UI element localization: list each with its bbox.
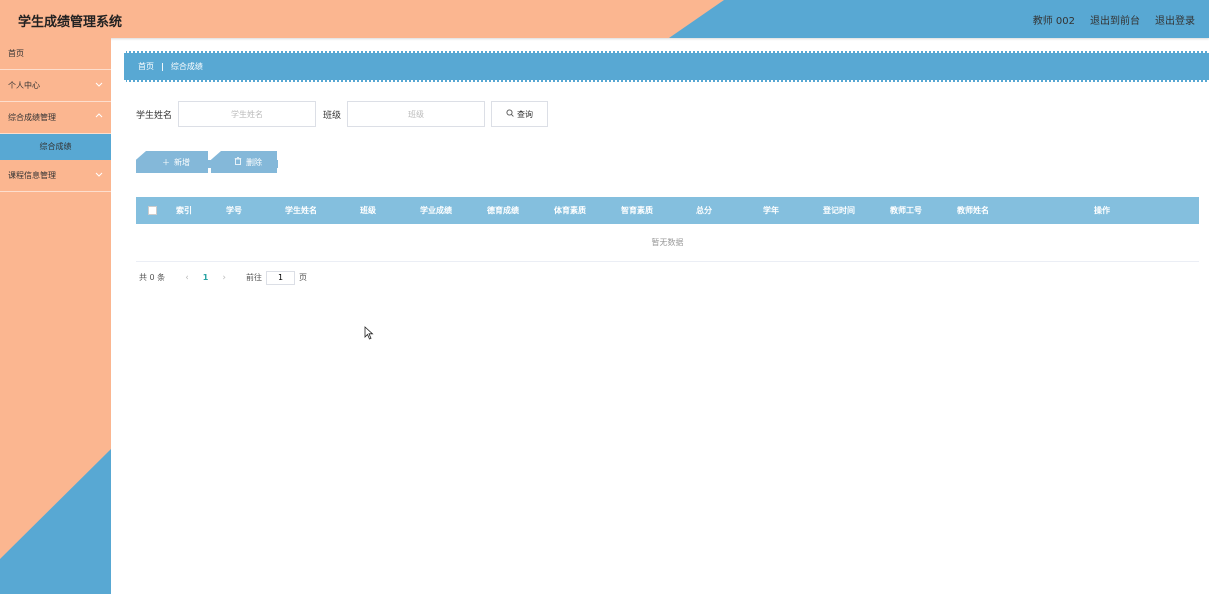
- column-header[interactable]: 总分: [688, 197, 720, 224]
- breadcrumb-home[interactable]: 首页: [138, 61, 154, 72]
- search-button-label: 查询: [517, 109, 534, 119]
- sidebar: 首页 个人中心 综合成绩管理 综合成绩 课程信息管理: [0, 38, 111, 594]
- sidebar-accent-corner: [0, 449, 111, 594]
- app-title: 学生成绩管理系统: [18, 15, 123, 30]
- search-bar: 学生姓名 班级 查询: [136, 101, 549, 127]
- delete-button-label: 删除: [246, 157, 262, 167]
- header-user-area: 教师 002 退出到前台 退出登录: [1033, 12, 1195, 27]
- add-button-label: 新增: [174, 157, 190, 167]
- breadcrumb-separator: |: [161, 62, 164, 71]
- add-button[interactable]: ＋ 新增: [136, 151, 208, 173]
- current-user-label: 教师 002: [1032, 16, 1075, 27]
- sidebar-item-label: 课程信息管理: [8, 171, 56, 180]
- column-header[interactable]: 索引: [170, 197, 198, 224]
- sidebar-item-label: 综合成绩管理: [8, 113, 56, 122]
- table-empty-message: 暂无数据: [136, 224, 1199, 262]
- class-label: 班级: [323, 110, 342, 121]
- student-name-input[interactable]: [178, 101, 317, 127]
- sidebar-subitem-label: 综合成绩: [39, 142, 72, 151]
- sidebar-subitem-score[interactable]: 综合成绩: [0, 134, 111, 160]
- column-header[interactable]: 登记时间: [817, 197, 861, 224]
- logout-link[interactable]: 退出登录: [1155, 12, 1195, 27]
- column-header[interactable]: 班级: [354, 197, 382, 224]
- sidebar-item-personal-center[interactable]: 个人中心: [0, 70, 111, 102]
- top-header: 学生成绩管理系统 教师 002 退出到前台 退出登录: [0, 0, 1209, 38]
- sidebar-item-label: 首页: [8, 49, 24, 58]
- search-icon: [506, 109, 514, 119]
- class-input[interactable]: [347, 101, 486, 127]
- column-header[interactable]: 学业成绩: [414, 197, 458, 224]
- chevron-up-icon: [95, 102, 103, 134]
- chevron-left-icon[interactable]: ‹: [185, 273, 189, 283]
- plus-icon: ＋: [162, 157, 170, 167]
- delete-button[interactable]: 删除: [211, 151, 277, 173]
- sidebar-item-label: 个人中心: [8, 81, 40, 90]
- sidebar-item-course-management[interactable]: 课程信息管理: [0, 160, 111, 192]
- sidebar-item-score-management[interactable]: 综合成绩管理: [0, 102, 111, 134]
- column-header[interactable]: 教师姓名: [951, 197, 995, 224]
- chevron-down-icon: [95, 70, 103, 102]
- column-header[interactable]: 学号: [218, 197, 250, 224]
- pagination: 共 0 条 ‹ 1 › 前往 页: [139, 270, 307, 285]
- breadcrumb: 首页 | 综合成绩: [124, 51, 1209, 82]
- column-header[interactable]: 学生姓名: [276, 197, 326, 224]
- column-header[interactable]: 学年: [755, 197, 787, 224]
- chevron-right-icon[interactable]: ›: [222, 273, 226, 283]
- student-name-label: 学生姓名: [136, 110, 173, 121]
- column-header[interactable]: 教师工号: [884, 197, 928, 224]
- trash-icon: [234, 157, 242, 167]
- pagination-page-unit: 页: [298, 273, 307, 282]
- exit-to-front-link[interactable]: 退出到前台: [1090, 12, 1140, 27]
- pagination-total: 共 0 条: [139, 273, 166, 282]
- column-header[interactable]: 操作: [1086, 197, 1118, 224]
- breadcrumb-current: 综合成绩: [170, 62, 203, 71]
- sidebar-item-home[interactable]: 首页: [0, 38, 111, 70]
- column-header[interactable]: 智育素质: [615, 197, 659, 224]
- select-all-checkbox[interactable]: [148, 206, 157, 215]
- pagination-goto-label: 前往: [245, 273, 262, 282]
- chevron-down-icon: [95, 160, 103, 192]
- pagination-page-1[interactable]: 1: [203, 273, 209, 282]
- pagination-goto-input[interactable]: [265, 270, 295, 285]
- search-button[interactable]: 查询: [491, 101, 549, 127]
- table-header: 索引 学号 学生姓名 班级 学业成绩 德育成绩 体育素质 智育素质 总分 学年 …: [136, 197, 1199, 224]
- column-header[interactable]: 体育素质: [548, 197, 592, 224]
- column-header[interactable]: 德育成绩: [481, 197, 525, 224]
- mouse-cursor-icon: [364, 326, 374, 340]
